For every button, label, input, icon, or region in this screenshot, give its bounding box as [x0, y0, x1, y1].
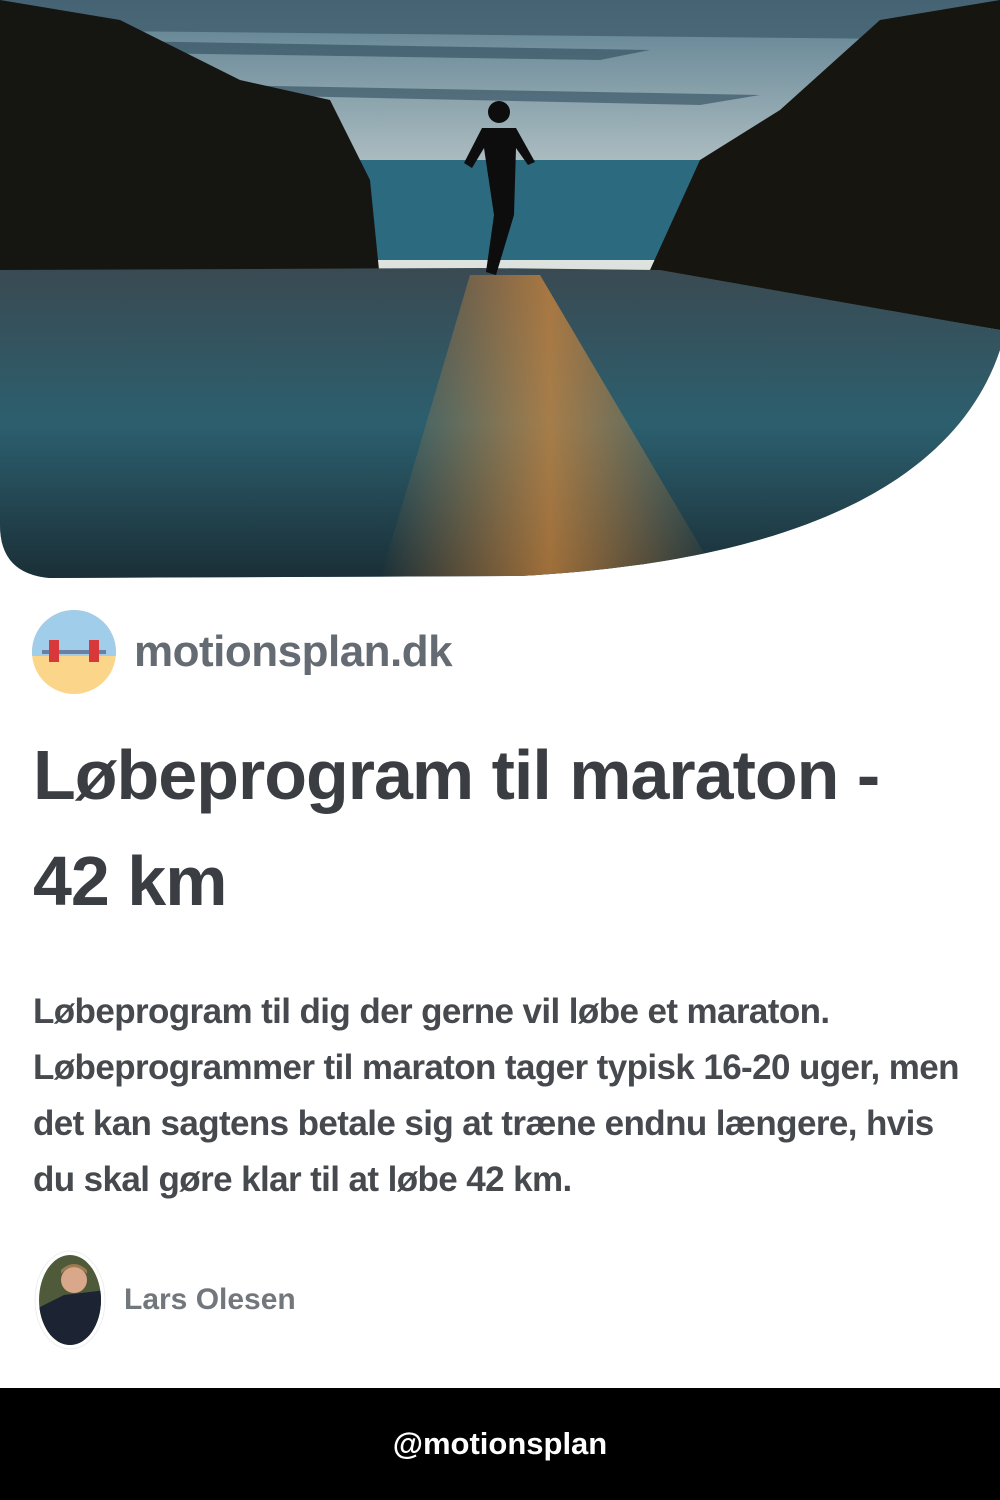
article-description: Løbeprogram til dig der gerne vil løbe e…: [33, 992, 960, 1199]
footer-bar: @motionsplan: [0, 1388, 1000, 1500]
author[interactable]: Lars Olesen: [34, 1250, 296, 1350]
author-avatar: [34, 1250, 106, 1350]
article-title: Løbeprogram til maraton - 42 km: [33, 736, 880, 920]
hero-image: [0, 0, 1000, 578]
site-brand[interactable]: motionsplan.dk: [32, 610, 453, 694]
author-name: Lars Olesen: [124, 1283, 296, 1316]
site-name: motionsplan.dk: [134, 627, 453, 676]
social-handle[interactable]: @motionsplan: [393, 1426, 608, 1462]
barbell-on-beach-icon: [32, 610, 116, 694]
